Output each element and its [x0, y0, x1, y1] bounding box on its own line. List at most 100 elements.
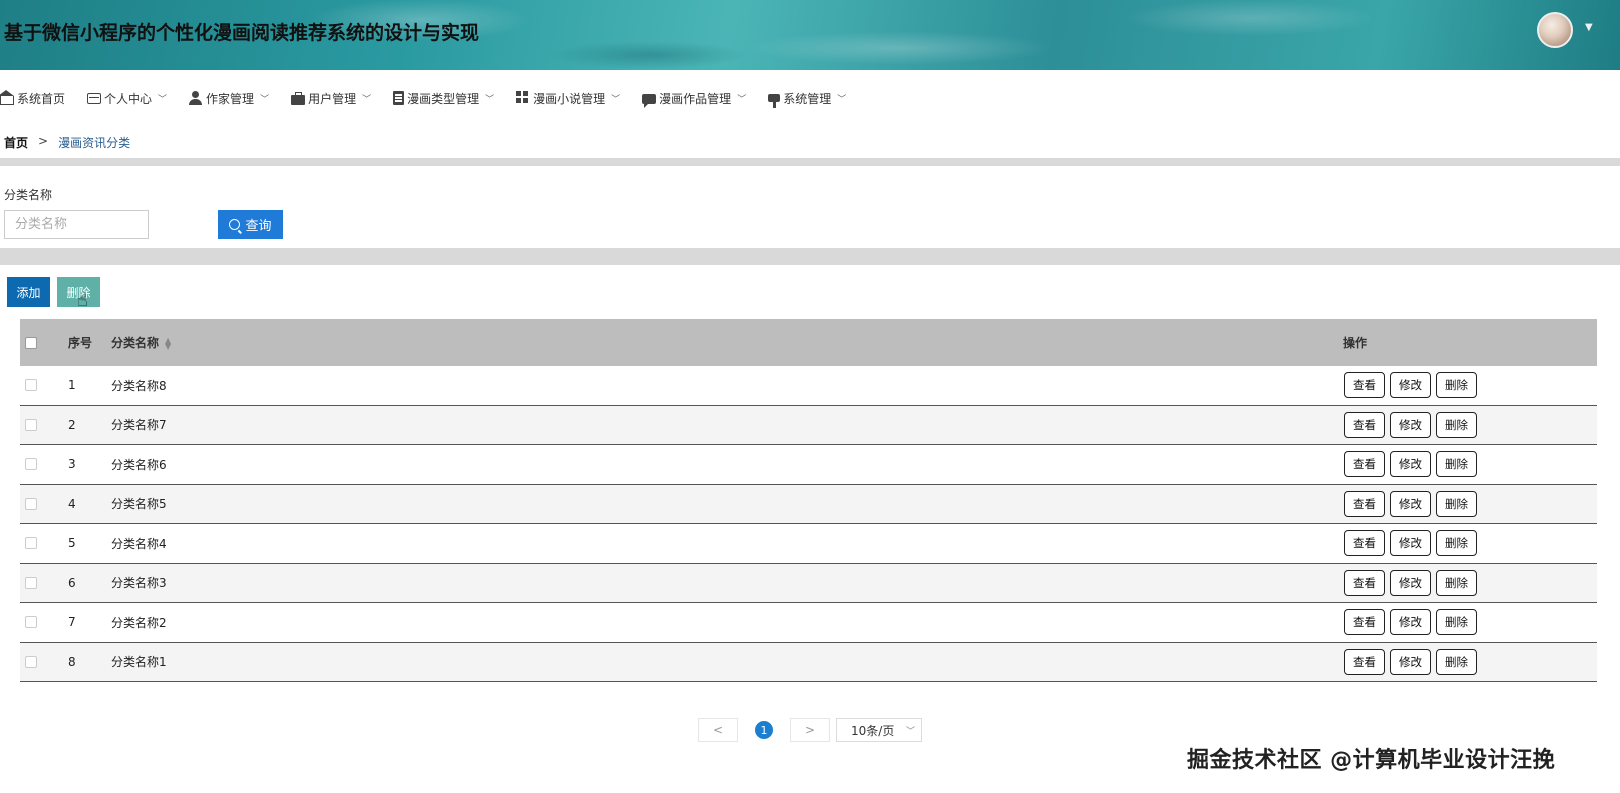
delete-button[interactable]: 删除: [1436, 411, 1477, 438]
edit-button[interactable]: 修改: [1390, 372, 1431, 399]
nav-item-home[interactable]: 系统首页: [0, 90, 65, 107]
nav-item-user-management[interactable]: 用户管理 ﹀: [291, 90, 371, 107]
divider: [0, 248, 1620, 265]
row-checkbox[interactable]: [25, 616, 37, 629]
row-checkbox[interactable]: [25, 458, 37, 471]
edit-button[interactable]: 修改: [1390, 451, 1431, 478]
table-row: 2 分类名称7 查看 修改 删除: [20, 405, 1597, 445]
view-button[interactable]: 查看: [1344, 530, 1385, 557]
chevron-down-icon: ﹀: [611, 94, 621, 105]
sort-icon[interactable]: ▲ ▼: [165, 336, 171, 350]
delete-button[interactable]: 删除: [1436, 490, 1477, 517]
chevron-down-icon: ﹀: [158, 94, 168, 105]
chevron-down-icon: ﹀: [485, 94, 495, 105]
table-row: 1 分类名称8 查看 修改 删除: [20, 366, 1597, 406]
row-checkbox[interactable]: [25, 497, 37, 510]
row-checkbox[interactable]: [25, 655, 37, 668]
row-index: 5: [68, 536, 76, 551]
nav-item-label: 漫画类型管理: [407, 91, 480, 106]
nav-item-author-management[interactable]: 作家管理 ﹀: [189, 90, 269, 107]
row-actions: 查看 修改 删除: [1344, 490, 1477, 517]
row-index: 3: [68, 457, 76, 472]
current-page[interactable]: 1: [755, 721, 773, 739]
nav-item-personal-center[interactable]: 个人中心 ﹀: [87, 90, 167, 107]
table-row: 4 分类名称5 查看 修改 删除: [20, 484, 1597, 524]
search-button[interactable]: 查询: [218, 210, 283, 239]
chevron-down-icon: ﹀: [737, 94, 747, 105]
search-button-label: 查询: [245, 219, 272, 234]
nav-item-label: 系统管理: [783, 91, 832, 106]
delete-button[interactable]: 删除: [1436, 530, 1477, 557]
row-category-name: 分类名称2: [111, 615, 167, 630]
row-checkbox[interactable]: [25, 379, 37, 392]
delete-button[interactable]: 删除: [1436, 609, 1477, 636]
nav-item-system-management[interactable]: 系统管理 ﹀: [768, 90, 847, 108]
view-button[interactable]: 查看: [1344, 451, 1385, 478]
edit-button[interactable]: 修改: [1390, 569, 1431, 596]
row-category-name: 分类名称7: [111, 418, 167, 433]
page-size-select[interactable]: 10条/页 ﹀: [836, 718, 922, 742]
row-checkbox[interactable]: [25, 537, 37, 550]
select-all-checkbox[interactable]: [25, 336, 37, 349]
page-size-label: 10条/页: [851, 723, 895, 738]
chevron-down-icon: ﹀: [260, 94, 270, 105]
view-button[interactable]: 查看: [1344, 569, 1385, 596]
table-row: 3 分类名称6 查看 修改 删除: [20, 445, 1597, 485]
edit-button[interactable]: 修改: [1390, 530, 1431, 557]
user-icon: [189, 91, 203, 105]
table-row: 8 分类名称1 查看 修改 删除: [20, 642, 1597, 682]
edit-button[interactable]: 修改: [1390, 609, 1431, 636]
row-actions: 查看 修改 删除: [1344, 372, 1477, 399]
edit-button[interactable]: 修改: [1390, 648, 1431, 675]
divider: [0, 158, 1620, 166]
prev-page-button[interactable]: <: [698, 718, 738, 742]
breadcrumb-separator: >: [38, 134, 49, 148]
edit-button[interactable]: 修改: [1390, 411, 1431, 438]
edit-button[interactable]: 修改: [1390, 490, 1431, 517]
column-header-actions: 操作: [1343, 336, 1368, 350]
page-number[interactable]: 1: [744, 718, 784, 742]
row-actions: 查看 修改 删除: [1344, 530, 1477, 557]
breadcrumb-home[interactable]: 首页: [4, 134, 28, 151]
nav-item-label: 个人中心: [104, 91, 153, 106]
nav-item-label: 漫画作品管理: [659, 91, 732, 106]
row-checkbox[interactable]: [25, 576, 37, 589]
category-name-input[interactable]: [4, 210, 149, 239]
table-row: 5 分类名称4 查看 修改 删除: [20, 524, 1597, 564]
delete-button[interactable]: 删除: [1436, 648, 1477, 675]
pin-icon: [768, 94, 781, 108]
row-checkbox[interactable]: [25, 418, 37, 431]
row-category-name: 分类名称8: [111, 378, 167, 393]
avatar[interactable]: [1537, 12, 1573, 48]
column-header-name[interactable]: 分类名称 ▲ ▼: [111, 334, 171, 351]
table-header: 序号 分类名称 ▲ ▼ 操作: [20, 319, 1597, 366]
row-actions: 查看 修改 删除: [1344, 411, 1477, 438]
view-button[interactable]: 查看: [1344, 411, 1385, 438]
row-category-name: 分类名称5: [111, 497, 167, 512]
nav-item-comic-works-management[interactable]: 漫画作品管理 ﹀: [642, 90, 747, 108]
table-row: 6 分类名称3 查看 修改 删除: [20, 563, 1597, 603]
view-button[interactable]: 查看: [1344, 372, 1385, 399]
delete-button[interactable]: 删除: [1436, 569, 1477, 596]
view-button[interactable]: 查看: [1344, 609, 1385, 636]
add-button[interactable]: 添加: [7, 277, 50, 307]
row-index: 8: [68, 654, 76, 669]
pagination: < 1 > 10条/页 ﹀: [698, 718, 922, 742]
delete-button[interactable]: 删除: [1436, 451, 1477, 478]
nav-item-comic-type-management[interactable]: 漫画类型管理 ﹀: [393, 90, 494, 107]
view-button[interactable]: 查看: [1344, 490, 1385, 517]
profile-card-icon: [87, 92, 102, 104]
row-category-name: 分类名称3: [111, 576, 167, 591]
delete-button[interactable]: 删除: [1436, 372, 1477, 399]
row-index: 7: [68, 615, 76, 630]
chevron-down-icon[interactable]: ▼: [1585, 22, 1593, 33]
row-actions: 查看 修改 删除: [1344, 451, 1477, 478]
next-page-button[interactable]: >: [790, 718, 830, 742]
briefcase-icon: [291, 91, 306, 105]
view-button[interactable]: 查看: [1344, 648, 1385, 675]
site-title: 基于微信小程序的个性化漫画阅读推荐系统的设计与实现: [4, 22, 480, 44]
chevron-down-icon: ﹀: [837, 94, 847, 105]
row-index: 2: [68, 417, 76, 432]
nav-item-comic-novel-management[interactable]: 漫画小说管理 ﹀: [516, 90, 620, 107]
row-category-name: 分类名称4: [111, 536, 167, 551]
